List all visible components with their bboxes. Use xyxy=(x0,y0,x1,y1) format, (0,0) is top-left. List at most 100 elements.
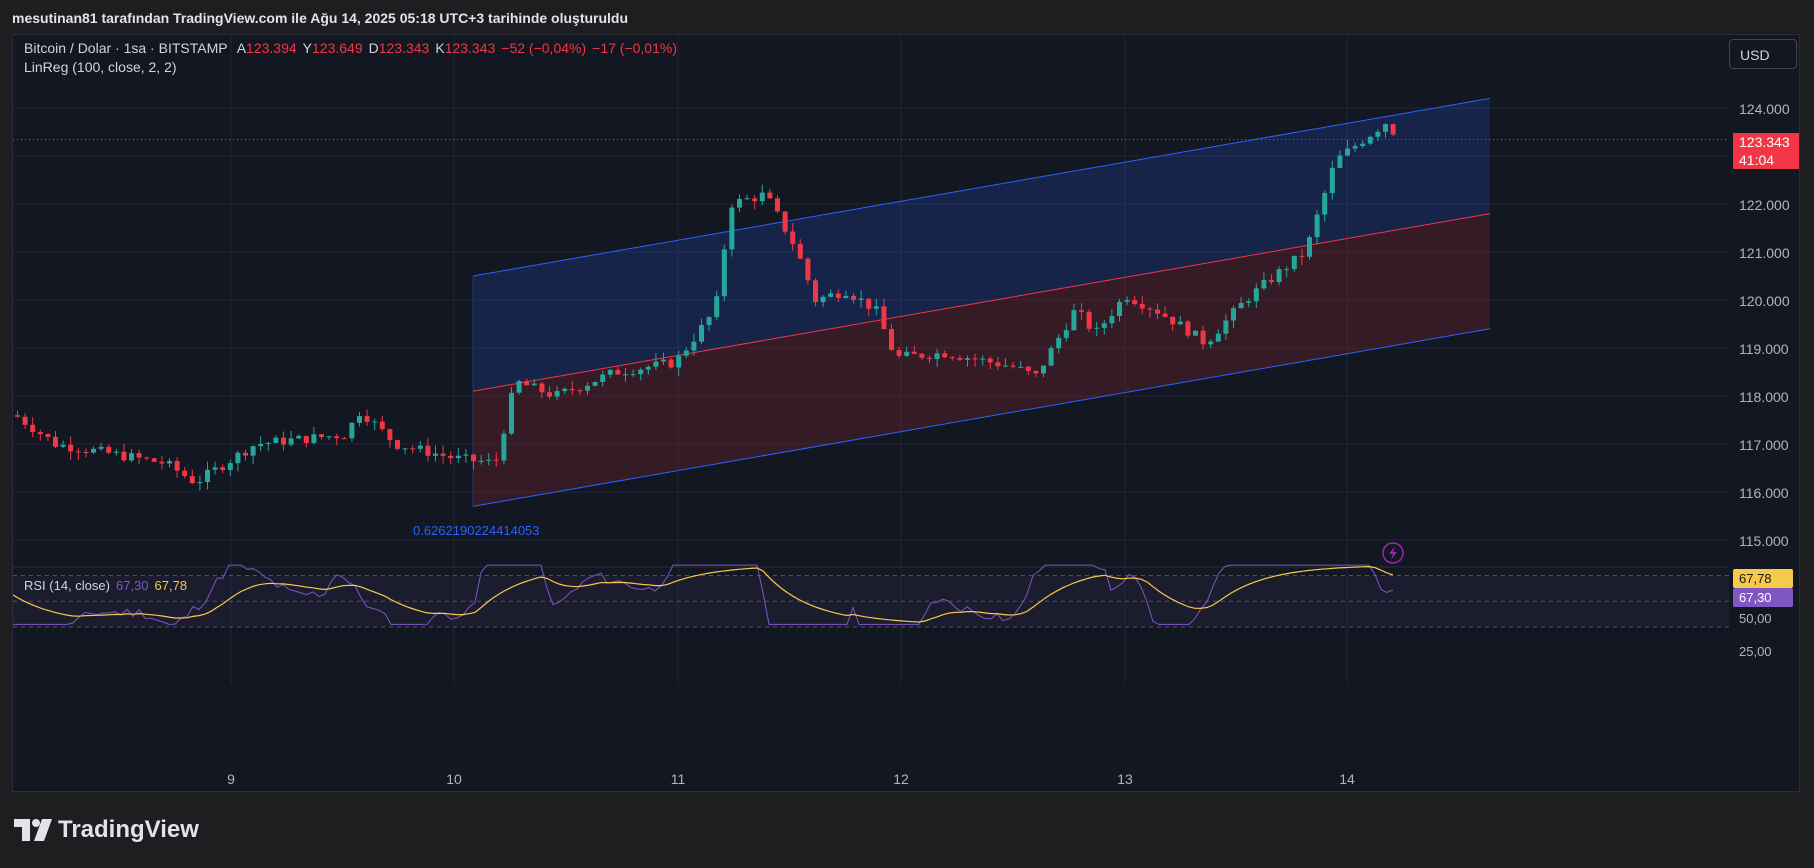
indicator-legend[interactable]: LinReg (100, close, 2, 2) xyxy=(24,59,177,75)
candle-body xyxy=(1086,311,1092,329)
tradingview-logo[interactable]: TradingView xyxy=(14,816,199,844)
chart-frame[interactable]: 0.6262190224414053 Bitcoin / Dolar · 1sa… xyxy=(12,34,1800,792)
candle-body xyxy=(455,455,461,459)
candle-body xyxy=(919,353,925,358)
candle-body xyxy=(980,358,986,360)
candle-body xyxy=(189,476,195,484)
currency-button[interactable]: USD xyxy=(1729,39,1797,69)
candle-body xyxy=(334,436,340,439)
candle-body xyxy=(965,358,970,360)
candle-body xyxy=(987,358,993,363)
price-tick: 124.000 xyxy=(1739,101,1790,117)
candle-body xyxy=(782,211,788,232)
time-tick: 13 xyxy=(1117,771,1133,787)
rsi-legend[interactable]: RSI (14, close) 67,30 67,78 xyxy=(24,578,193,593)
brand-name: TradingView xyxy=(58,816,199,843)
candle-body xyxy=(387,429,393,441)
candle-body xyxy=(174,460,180,471)
candle-body xyxy=(623,374,628,376)
current-price-tag: 123.343 41:04 xyxy=(1733,133,1799,169)
legend-symbol[interactable]: Bitcoin / Dolar · 1sa · BITSTAMP xyxy=(24,40,228,56)
candle-body xyxy=(121,451,127,461)
candle-body xyxy=(691,341,697,351)
candle-body xyxy=(364,416,370,422)
candle-body xyxy=(205,469,210,483)
candle-body xyxy=(759,192,765,202)
candle-body xyxy=(729,207,735,250)
candle-body xyxy=(68,444,74,452)
candle-body xyxy=(851,295,856,300)
candle-body xyxy=(873,306,879,309)
candle-body xyxy=(668,359,674,368)
candle-body xyxy=(1299,255,1305,257)
candle-body xyxy=(478,460,484,462)
rsi-tick: 50,00 xyxy=(1739,611,1772,626)
candle-body xyxy=(904,351,910,356)
candle-body xyxy=(835,293,841,298)
time-tick: 12 xyxy=(893,771,909,787)
candle-body xyxy=(410,448,416,450)
candle-body xyxy=(53,436,58,447)
candle-body xyxy=(45,433,51,437)
linreg-coefficient-label: 0.6262190224414053 xyxy=(413,523,540,538)
candle-body xyxy=(220,467,226,471)
candle-body xyxy=(113,451,119,453)
candle-body xyxy=(577,390,583,392)
candle-body xyxy=(721,249,727,297)
candle-body xyxy=(1177,321,1183,325)
candle-body xyxy=(98,446,104,449)
candle-body xyxy=(1071,310,1077,331)
candle-body xyxy=(1246,301,1252,304)
lightning-icon-glyph xyxy=(1389,546,1397,560)
candle-body xyxy=(889,329,894,351)
candle-body xyxy=(600,374,606,382)
candle-body xyxy=(1124,300,1130,302)
candle-body xyxy=(1367,136,1373,144)
candle-body xyxy=(463,454,469,456)
candle-body xyxy=(144,457,150,459)
candle-body xyxy=(1345,148,1350,156)
candle-body xyxy=(1269,279,1274,283)
candle-body xyxy=(250,446,256,456)
candle-body xyxy=(395,440,400,449)
candlestick-chart[interactable]: 0.6262190224414053 xyxy=(13,35,1729,793)
candle-body xyxy=(1390,124,1396,135)
price-tick: 121.000 xyxy=(1739,245,1790,261)
candle-body xyxy=(942,353,948,358)
candle-body xyxy=(775,198,780,212)
candle-body xyxy=(539,383,545,393)
candle-body xyxy=(714,296,720,318)
candle-body xyxy=(1253,288,1259,302)
candle-body xyxy=(911,351,917,354)
candle-body xyxy=(486,459,492,461)
candle-body xyxy=(592,381,598,386)
time-tick: 9 xyxy=(227,771,235,787)
candle-body xyxy=(425,445,431,456)
candle-body xyxy=(167,460,172,464)
candle-body xyxy=(30,424,36,433)
price-axis[interactable]: USD 124.000 122.000 121.000 120.000 119.… xyxy=(1729,35,1799,791)
candle-body xyxy=(60,444,66,447)
candle-body xyxy=(1079,310,1084,312)
candle-body xyxy=(1215,333,1221,342)
candle-body xyxy=(554,391,560,397)
rsi-tick: 25,00 xyxy=(1739,644,1772,659)
candle-body xyxy=(197,482,203,484)
legend-row: Bitcoin / Dolar · 1sa · BITSTAMP A123.39… xyxy=(24,40,689,56)
candle-body xyxy=(1352,146,1358,149)
candle-body xyxy=(949,357,955,359)
candle-body xyxy=(273,437,279,443)
candle-body xyxy=(265,442,271,444)
candle-body xyxy=(843,295,849,298)
candle-body xyxy=(661,359,666,362)
candle-body xyxy=(1337,155,1343,168)
candle-body xyxy=(813,280,818,303)
candle-body xyxy=(699,325,704,342)
price-tick: 120.000 xyxy=(1739,293,1790,309)
candle-body xyxy=(737,198,742,208)
candle-body xyxy=(934,353,940,360)
candle-body xyxy=(1208,341,1214,345)
rsi-legend-name: RSI (14, close) xyxy=(24,578,110,593)
candle-body xyxy=(1314,214,1320,238)
candle-body xyxy=(1048,348,1054,366)
